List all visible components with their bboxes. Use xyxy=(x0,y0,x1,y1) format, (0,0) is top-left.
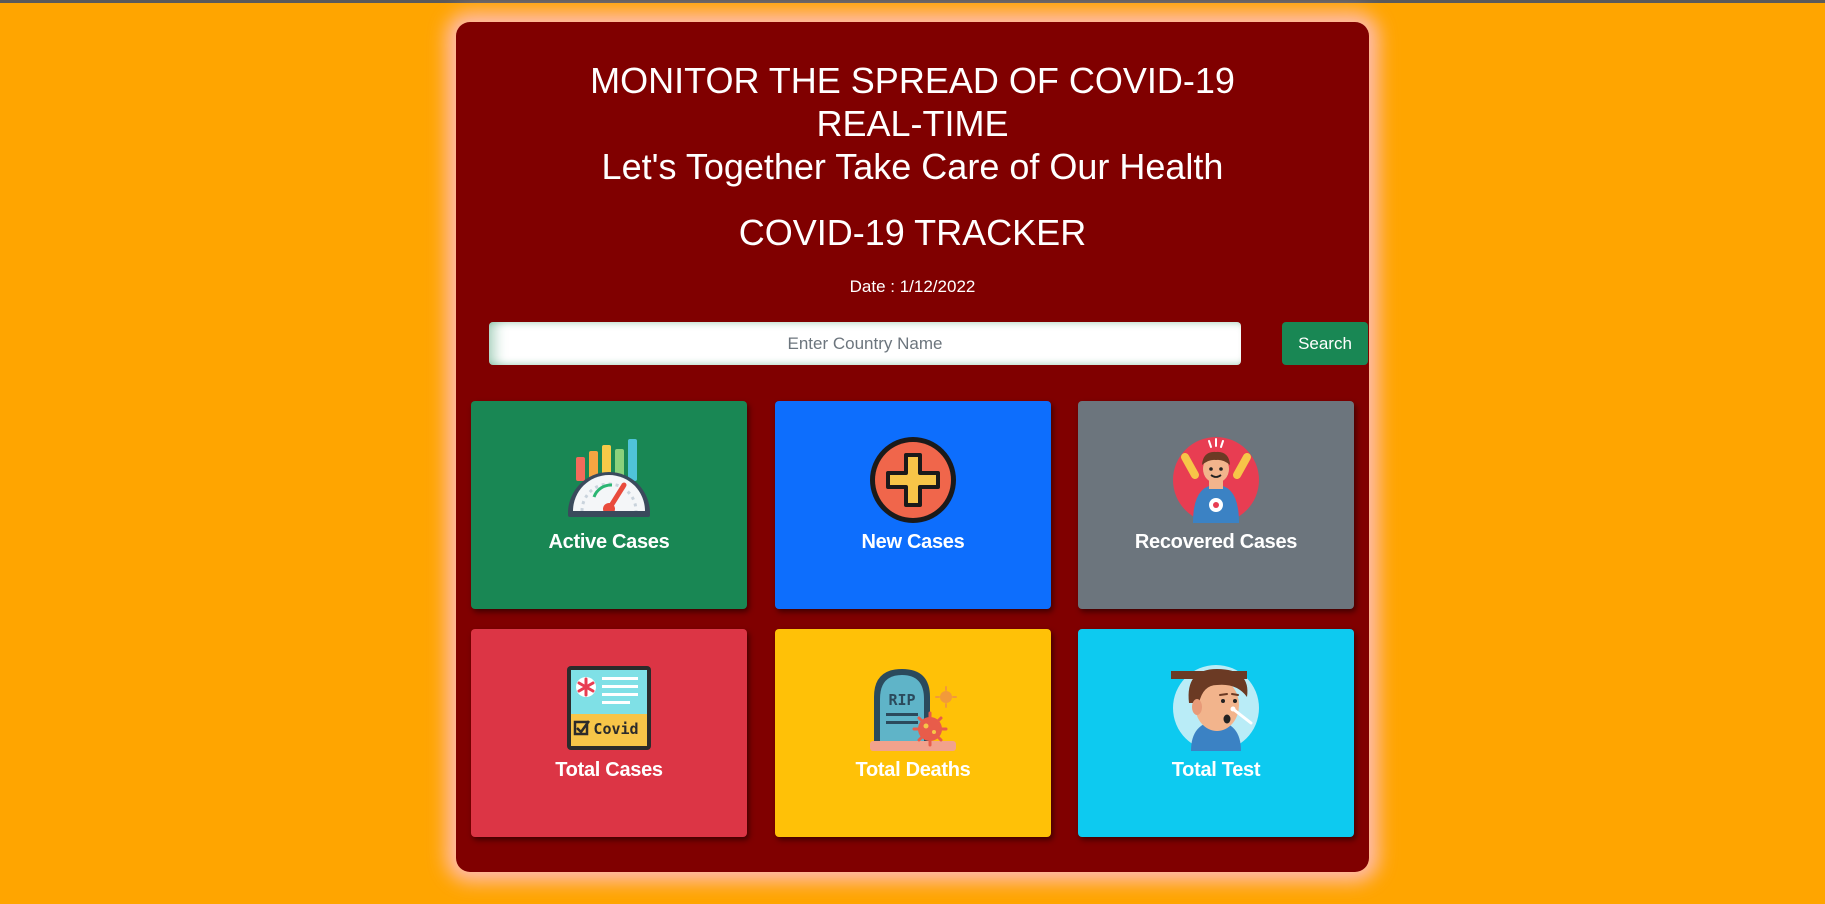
active-cases-card[interactable]: Active Cases xyxy=(471,401,747,609)
recovered-person-icon xyxy=(1173,437,1259,523)
heading-line-3: Let's Together Take Care of Our Health xyxy=(601,146,1224,187)
recovered-cases-label: Recovered Cases xyxy=(1134,531,1298,553)
tombstone-text: RIP xyxy=(888,691,915,709)
total-cases-card[interactable]: Covid Total Cases xyxy=(471,629,747,837)
tombstone-icon: RIP xyxy=(870,669,957,751)
total-test-card[interactable]: Total Test xyxy=(1078,629,1354,837)
plus-icon xyxy=(870,437,956,523)
total-cases-label: Total Cases xyxy=(555,759,663,781)
new-cases-card[interactable]: New Cases xyxy=(775,401,1051,609)
page-heading: MONITOR THE SPREAD OF COVID-19 REAL-TIME… xyxy=(456,59,1369,188)
active-cases-label: Active Cases xyxy=(548,531,670,553)
page-title: COVID-19 TRACKER xyxy=(738,212,1087,253)
covid-card-text: Covid xyxy=(593,720,638,738)
covid-card-icon: Covid xyxy=(567,666,651,750)
date-label: Date : 1/12/2022 xyxy=(849,277,976,296)
search-button[interactable]: Search xyxy=(1282,322,1368,365)
nasal-swab-test-icon xyxy=(1171,665,1259,751)
country-search-input[interactable] xyxy=(489,322,1241,365)
tracker-panel: MONITOR THE SPREAD OF COVID-19 REAL-TIME… xyxy=(456,22,1369,872)
total-deaths-card[interactable]: RIP Total Deaths xyxy=(775,629,1051,837)
speedometer-icon xyxy=(568,439,650,517)
heading-line-2: REAL-TIME xyxy=(816,103,1009,144)
heading-line-1: MONITOR THE SPREAD OF COVID-19 xyxy=(590,60,1235,101)
search-bar: Search xyxy=(489,322,1368,365)
total-deaths-label: Total Deaths xyxy=(855,759,971,781)
recovered-cases-card[interactable]: Recovered Cases xyxy=(1078,401,1354,609)
stats-card-grid: Active Cases New Cases Recovered Cases C… xyxy=(471,401,1355,861)
browser-top-border xyxy=(0,0,1825,3)
total-test-label: Total Test xyxy=(1171,759,1261,781)
new-cases-label: New Cases xyxy=(861,531,965,553)
